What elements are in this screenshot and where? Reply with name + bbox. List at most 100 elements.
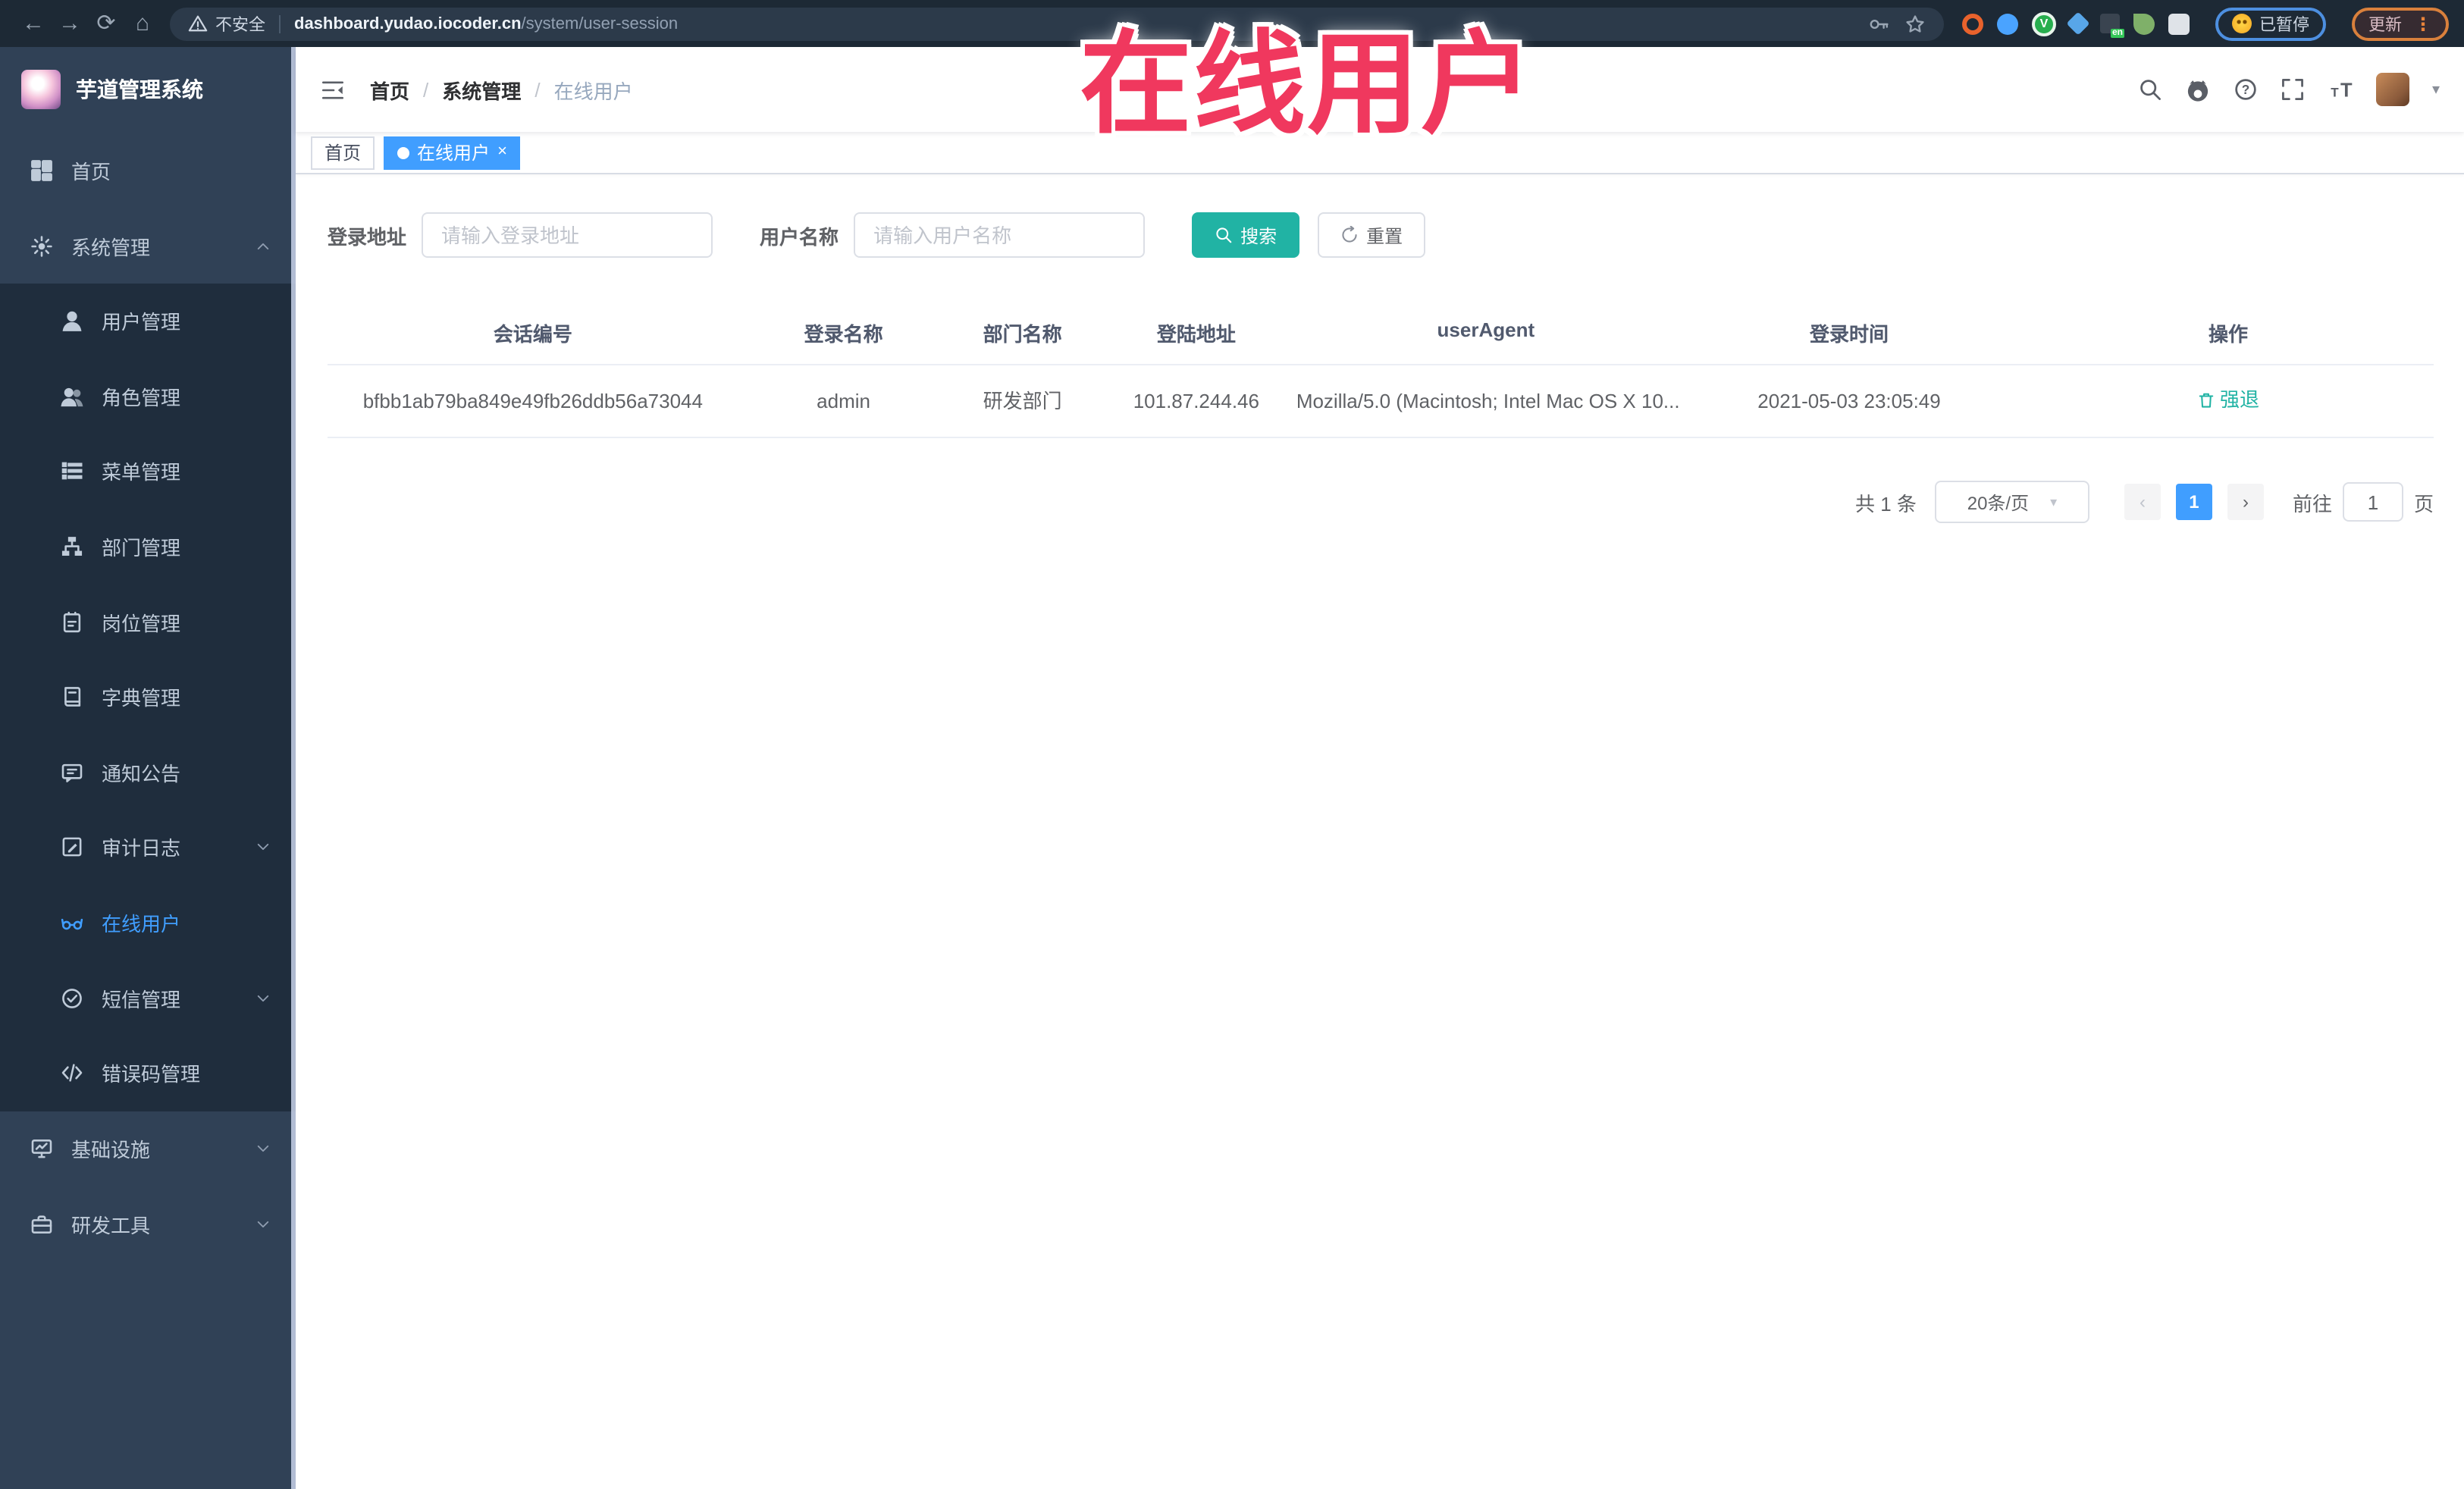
- update-label: 更新: [2368, 16, 2402, 34]
- sidebar-item-infrastructure[interactable]: 基础设施: [0, 1111, 296, 1186]
- glasses-icon: [61, 911, 83, 934]
- sidebar-item-label: 部门管理: [102, 537, 181, 560]
- table-header-row: 会话编号 登录名称 部门名称 登陆地址 userAgent 登录时间 操作: [328, 303, 2434, 365]
- prev-page-button[interactable]: ‹: [2124, 484, 2161, 521]
- sidebar-item-label: 短信管理: [102, 988, 181, 1011]
- security-warning[interactable]: 不安全: [188, 11, 265, 36]
- sidebar-item-label: 错误码管理: [102, 1063, 201, 1086]
- address-bar[interactable]: 不安全 dashboard.yudao.iocoder.cn /system/u…: [170, 7, 1944, 40]
- emoji-face-icon: [2232, 14, 2252, 33]
- sidebar-item-dict-mgmt[interactable]: 字典管理: [0, 660, 296, 735]
- forward-icon[interactable]: →: [52, 12, 88, 35]
- login-addr-input[interactable]: [422, 212, 713, 258]
- sidebar-item-post-mgmt[interactable]: 岗位管理: [0, 585, 296, 660]
- screen: ← → ⟳ ⌂ 不安全 dashboard.yudao.iocoder.cn /…: [0, 0, 2464, 1489]
- extensions-row: V en 已暂停 更新 ⋮: [1962, 7, 2449, 40]
- url-host: dashboard.yudao.iocoder.cn: [294, 14, 522, 33]
- tab-label: 在线用户: [417, 143, 491, 164]
- paused-extension-badge[interactable]: 已暂停: [2215, 7, 2326, 40]
- cell-actions: 强退: [2023, 384, 2434, 418]
- warning-icon: [188, 15, 208, 32]
- page-number-button[interactable]: 1: [2175, 484, 2212, 521]
- tab-home[interactable]: 首页: [311, 136, 375, 169]
- search-button[interactable]: 搜索: [1192, 212, 1300, 258]
- app-title: 芋道管理系统: [76, 77, 203, 102]
- key-icon[interactable]: [1868, 13, 1889, 34]
- cell-login-time: 2021-05-03 23:05:49: [1757, 389, 1941, 412]
- goto-label: 前往: [2292, 492, 2332, 516]
- goto-page-input[interactable]: [2342, 482, 2403, 522]
- sidebar-item-home[interactable]: 首页: [0, 132, 296, 208]
- tags-view-bar: 首页 在线用户 ×: [296, 132, 2464, 174]
- sidebar-item-system[interactable]: 系统管理: [0, 208, 296, 284]
- translate-extension-icon[interactable]: en: [2100, 14, 2124, 38]
- avatar-caret-icon[interactable]: ▾: [2432, 81, 2440, 98]
- chrome-update-button[interactable]: 更新 ⋮: [2352, 7, 2449, 40]
- sidebar-item-sms-mgmt[interactable]: 短信管理: [0, 961, 296, 1036]
- bookmark-star-icon[interactable]: [1904, 13, 1926, 34]
- next-page-button[interactable]: ›: [2227, 484, 2264, 521]
- col-header-actions: 操作: [2209, 323, 2249, 346]
- app-logo-row[interactable]: 芋道管理系统: [0, 47, 296, 132]
- browser-menu-icon[interactable]: ⋮: [2414, 13, 2432, 34]
- tab-online-users[interactable]: 在线用户 ×: [384, 136, 521, 169]
- font-size-icon[interactable]: TT: [2328, 77, 2353, 102]
- clipboard-pen-icon: [61, 836, 83, 859]
- username-label: 用户名称: [760, 225, 839, 248]
- drop-extension-icon[interactable]: [1997, 13, 2018, 34]
- hamburger-icon[interactable]: [320, 77, 346, 102]
- leaf-extension-icon[interactable]: [2133, 13, 2155, 34]
- tab-label: 首页: [324, 143, 362, 164]
- help-icon[interactable]: ?: [2234, 77, 2258, 102]
- book-icon: [61, 686, 83, 709]
- reset-button-label: 重置: [1366, 225, 1403, 246]
- sidebar-item-label: 系统管理: [71, 236, 151, 259]
- breadcrumb-separator: /: [423, 78, 429, 101]
- breadcrumb-home[interactable]: 首页: [370, 75, 409, 104]
- sidebar-item-user-mgmt[interactable]: 用户管理: [0, 284, 296, 359]
- page-size-select[interactable]: 20条/页 ▾: [1934, 481, 2089, 524]
- tree-icon: [61, 535, 83, 558]
- browser-toolbar: ← → ⟳ ⌂ 不安全 dashboard.yudao.iocoder.cn /…: [0, 0, 2464, 47]
- sidebar-item-dept-mgmt[interactable]: 部门管理: [0, 509, 296, 585]
- gem-extension-icon[interactable]: [2066, 11, 2090, 36]
- chevron-down-icon: [255, 839, 271, 856]
- username-input[interactable]: [854, 212, 1146, 258]
- sidebar-item-role-mgmt[interactable]: 角色管理: [0, 359, 296, 434]
- check-circle-icon: [61, 986, 83, 1009]
- v-green-extension-icon[interactable]: V: [2032, 11, 2056, 36]
- id-card-icon: [61, 610, 83, 633]
- user-avatar[interactable]: [2375, 73, 2409, 106]
- pagination: 共 1 条 20条/页 ▾ ‹ 1 › 前往 页: [328, 481, 2434, 524]
- adblock-extension-icon[interactable]: [1962, 13, 1983, 34]
- sidebar: 芋道管理系统 首页 系统管理 用户管理 角色管理 菜单管理 部门管理 岗位管理 …: [0, 47, 296, 1489]
- reload-icon[interactable]: ⟳: [88, 12, 124, 35]
- sidebar-item-notice[interactable]: 通知公告: [0, 735, 296, 810]
- breadcrumb-system[interactable]: 系统管理: [442, 75, 521, 104]
- sidebar-item-error-code[interactable]: 错误码管理: [0, 1036, 296, 1111]
- back-icon[interactable]: ←: [15, 12, 52, 35]
- sidebar-item-audit-log[interactable]: 审计日志: [0, 810, 296, 885]
- search-icon[interactable]: [2138, 77, 2162, 102]
- divider: [279, 14, 281, 33]
- sidebar-item-menu-mgmt[interactable]: 菜单管理: [0, 434, 296, 509]
- home-icon[interactable]: ⌂: [124, 12, 161, 35]
- main-content: 首页 / 系统管理 / 在线用户 ? TT ▾ 首页 在线用户 × 登录地址 请…: [296, 47, 2464, 1489]
- list-icon: [61, 460, 83, 483]
- github-icon[interactable]: [2185, 77, 2211, 102]
- reset-button[interactable]: 重置: [1318, 212, 1426, 258]
- app-logo: [21, 70, 61, 109]
- col-header-user-agent: userAgent: [1437, 318, 1535, 341]
- sidebar-item-online-users[interactable]: 在线用户: [0, 886, 296, 961]
- fullscreen-icon[interactable]: [2281, 77, 2305, 102]
- briefcase-icon: [30, 1213, 53, 1236]
- sidebar-item-label: 在线用户: [102, 913, 181, 936]
- force-logout-button[interactable]: 强退: [2197, 384, 2259, 416]
- puzzle-extension-icon[interactable]: [2168, 13, 2190, 34]
- table-row: bfbb1ab79ba849e49fb26ddb56a73044 admin 研…: [328, 365, 2434, 439]
- magnifier-icon: [1216, 227, 1232, 243]
- search-button-label: 搜索: [1240, 225, 1277, 246]
- close-icon[interactable]: ×: [497, 143, 507, 161]
- user-icon: [61, 310, 83, 333]
- sidebar-item-dev-tools[interactable]: 研发工具: [0, 1186, 296, 1262]
